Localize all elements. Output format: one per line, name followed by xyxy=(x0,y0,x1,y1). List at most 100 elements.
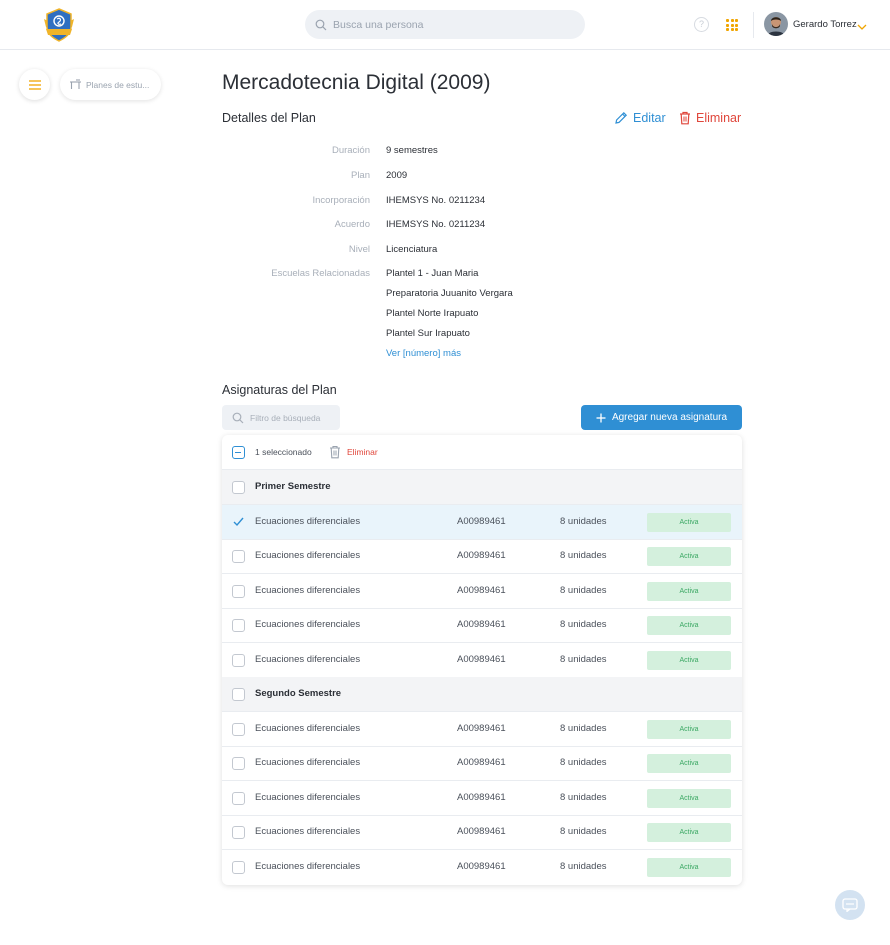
row-checkbox[interactable] xyxy=(232,653,245,667)
subject-code: A00989461 xyxy=(457,826,506,837)
status-badge: Activa xyxy=(647,616,731,635)
group-checkbox[interactable] xyxy=(232,688,245,701)
detail-label-escuelas: Escuelas Relacionadas xyxy=(271,268,370,279)
edit-label: Editar xyxy=(633,111,666,125)
row-checkbox[interactable] xyxy=(232,826,245,839)
trash-icon xyxy=(680,111,690,125)
detail-value-incorporacion: IHEMSYS No. 0211234 xyxy=(386,195,486,206)
table-row[interactable]: Ecuaciones diferenciales A00989461 8 uni… xyxy=(222,781,742,816)
school-item: Plantel Norte Irapuato xyxy=(386,308,479,319)
page-title: Mercadotecnia Digital (2009) xyxy=(222,71,491,94)
see-more-link[interactable]: Ver [número] más xyxy=(386,348,461,359)
subject-units: 8 unidades xyxy=(560,550,607,561)
user-name[interactable]: Gerardo Torrez xyxy=(793,19,857,30)
table-row[interactable]: Ecuaciones diferenciales A00989461 8 uni… xyxy=(222,504,742,540)
person-search[interactable]: Busca una persona xyxy=(305,10,585,39)
subject-units: 8 unidades xyxy=(560,757,607,768)
add-subject-label: Agregar nueva asignatura xyxy=(611,412,728,423)
subjects-table: 1 seleccionado Eliminar Primer Semestre … xyxy=(222,435,742,885)
help-icon[interactable]: ? xyxy=(694,17,709,32)
chat-button[interactable] xyxy=(835,890,865,920)
row-checkbox[interactable] xyxy=(232,860,245,874)
institution-logo[interactable] xyxy=(40,7,78,43)
subject-units: 8 unidades xyxy=(560,584,607,596)
apps-grid-icon[interactable] xyxy=(726,19,738,31)
subject-name: Ecuaciones diferenciales xyxy=(255,791,361,803)
plus-icon xyxy=(596,413,606,422)
detail-label-plan: Plan xyxy=(350,170,370,181)
subject-name: Ecuaciones diferenciales xyxy=(255,584,361,596)
subject-units: 8 unidades xyxy=(560,860,607,872)
detail-label-duracion: Duración xyxy=(331,145,370,156)
subject-units: 8 unidades xyxy=(560,791,607,803)
subject-code: A00989461 xyxy=(457,653,506,665)
pencil-icon xyxy=(615,111,628,124)
subject-units: 8 unidades xyxy=(560,722,607,734)
search-placeholder: Busca una persona xyxy=(333,18,424,31)
group-name: Primer Semestre xyxy=(255,481,331,492)
table-row[interactable]: Ecuaciones diferenciales A00989461 8 uni… xyxy=(222,712,742,747)
subject-name: Ecuaciones diferenciales xyxy=(255,826,361,837)
status-badge: Activa xyxy=(647,650,731,670)
subject-code: A00989461 xyxy=(457,860,506,872)
breadcrumb-label: Planes de estu... xyxy=(86,79,150,90)
detail-value-nivel: Licenciatura xyxy=(386,244,438,255)
avatar[interactable] xyxy=(764,12,788,36)
row-checkbox[interactable] xyxy=(232,619,245,632)
subject-name: Ecuaciones diferenciales xyxy=(255,550,361,561)
status-badge: Activa xyxy=(647,857,731,877)
select-all-checkbox[interactable] xyxy=(232,446,245,459)
subject-name: Ecuaciones diferenciales xyxy=(255,722,361,734)
table-row[interactable]: Ecuaciones diferenciales A00989461 8 uni… xyxy=(222,574,742,609)
subject-name: Ecuaciones diferenciales xyxy=(255,653,361,665)
delete-label: Eliminar xyxy=(696,111,742,125)
table-row[interactable]: Ecuaciones diferenciales A00989461 8 uni… xyxy=(222,850,742,885)
check-icon[interactable] xyxy=(232,515,245,528)
top-bar: Busca una persona ? Gerardo Torrez xyxy=(0,0,890,50)
detail-label-acuerdo: Acuerdo xyxy=(334,219,370,230)
header-divider xyxy=(753,12,754,38)
subject-code: A00989461 xyxy=(457,550,506,561)
table-row[interactable]: Ecuaciones diferenciales A00989461 8 uni… xyxy=(222,746,742,781)
table-row[interactable]: Ecuaciones diferenciales A00989461 8 uni… xyxy=(222,643,742,678)
table-row[interactable]: Ecuaciones diferenciales A00989461 8 uni… xyxy=(222,815,742,850)
status-badge: Activa xyxy=(647,788,731,808)
trash-icon[interactable] xyxy=(329,445,341,464)
status-badge: Activa xyxy=(647,719,731,739)
row-checkbox[interactable] xyxy=(232,722,245,736)
selection-toolbar: 1 seleccionado Eliminar xyxy=(222,435,742,470)
subject-code: A00989461 xyxy=(457,722,506,734)
delete-selected-button[interactable]: Eliminar xyxy=(347,447,378,457)
row-checkbox[interactable] xyxy=(232,757,245,770)
filter-input[interactable]: Filtro de búsqueda xyxy=(222,405,340,430)
detail-label-nivel: Nivel xyxy=(348,244,370,255)
menu-button[interactable] xyxy=(19,69,50,100)
delete-button[interactable]: Eliminar xyxy=(679,111,741,125)
search-icon xyxy=(232,412,244,423)
breadcrumb[interactable]: Planes de estu... xyxy=(60,69,161,100)
school-item: Preparatoria Juuanito Vergara xyxy=(386,288,513,299)
subject-name: Ecuaciones diferenciales xyxy=(255,860,361,872)
group-name: Segundo Semestre xyxy=(255,688,342,699)
search-icon xyxy=(315,19,327,30)
row-checkbox[interactable] xyxy=(232,791,245,805)
subject-units: 8 unidades xyxy=(560,653,607,665)
subject-name: Ecuaciones diferenciales xyxy=(255,515,361,527)
group-checkbox[interactable] xyxy=(232,481,245,494)
status-badge: Activa xyxy=(647,581,731,601)
table-row[interactable]: Ecuaciones diferenciales A00989461 8 uni… xyxy=(222,539,742,574)
school-item: Plantel Sur Irapuato xyxy=(386,328,470,339)
status-badge: Activa xyxy=(647,547,731,566)
subject-name: Ecuaciones diferenciales xyxy=(255,757,361,768)
filter-placeholder: Filtro de búsqueda xyxy=(250,412,321,423)
edit-button[interactable]: Editar xyxy=(614,111,666,125)
add-subject-button[interactable]: Agregar nueva asignatura xyxy=(581,405,742,430)
chevron-down-icon[interactable] xyxy=(857,19,867,37)
table-row[interactable]: Ecuaciones diferenciales A00989461 8 uni… xyxy=(222,608,742,643)
row-checkbox[interactable] xyxy=(232,550,245,563)
subject-units: 8 unidades xyxy=(560,515,607,527)
subject-code: A00989461 xyxy=(457,584,506,596)
desk-icon xyxy=(70,79,81,89)
row-checkbox[interactable] xyxy=(232,584,245,598)
hamburger-icon xyxy=(28,79,41,90)
